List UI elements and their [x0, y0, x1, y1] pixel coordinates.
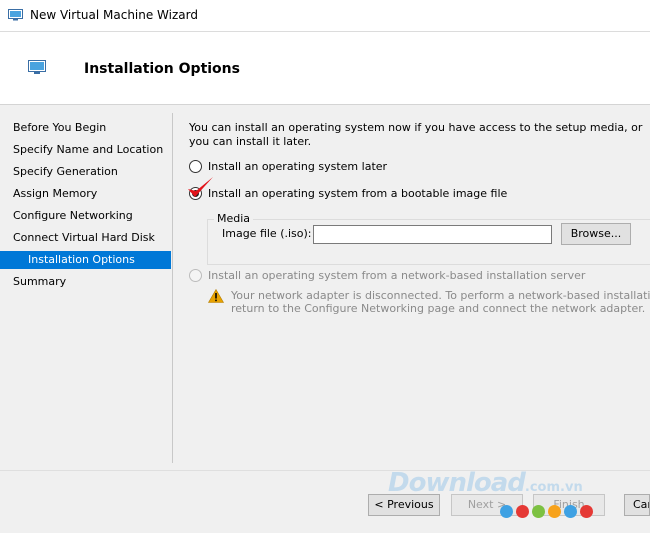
wizard-steps-nav: Before You Begin Specify Name and Locati…	[0, 105, 172, 464]
nav-step-installation-options[interactable]: Installation Options	[0, 251, 171, 269]
watermark-dot	[500, 505, 513, 518]
image-file-label: Image file (.iso):	[222, 227, 312, 240]
nav-step-assign-memory[interactable]: Assign Memory	[0, 185, 171, 203]
option-install-later[interactable]: Install an operating system later	[189, 159, 387, 175]
intro-text: You can install an operating system now …	[189, 121, 643, 148]
media-legend: Media	[214, 212, 254, 225]
cancel-button[interactable]: Cancel	[624, 494, 650, 516]
watermark-dot	[548, 505, 561, 518]
network-warning-text: Your network adapter is disconnected. To…	[231, 289, 650, 315]
page-title: Installation Options	[84, 61, 240, 77]
warning-icon	[208, 289, 224, 303]
nav-step-specify-generation[interactable]: Specify Generation	[0, 163, 171, 181]
image-file-input[interactable]	[313, 225, 552, 244]
watermark-dot	[516, 505, 529, 518]
nav-step-connect-virtual-hard-disk[interactable]: Connect Virtual Hard Disk	[0, 229, 171, 247]
title-bar: New Virtual Machine Wizard	[0, 0, 650, 32]
watermark-dot	[532, 505, 545, 518]
nav-step-configure-networking[interactable]: Configure Networking	[0, 207, 171, 225]
watermark-dot	[564, 505, 577, 518]
installation-options-panel: You can install an operating system now …	[173, 105, 650, 465]
option-install-from-image[interactable]: Install an operating system from a boota…	[189, 186, 507, 202]
nav-step-specify-name-and-location[interactable]: Specify Name and Location	[0, 141, 171, 159]
checkmark-annotation-icon	[188, 177, 213, 197]
wizard-header-icon	[28, 60, 46, 74]
radio-install-later[interactable]	[189, 159, 202, 173]
window-title: New Virtual Machine Wizard	[30, 8, 198, 22]
window-icon	[8, 9, 23, 21]
watermark-dot	[580, 505, 593, 518]
nav-step-summary[interactable]: Summary	[0, 273, 171, 291]
radio-install-from-network[interactable]	[189, 268, 202, 282]
watermark-suffix: .com.vn	[524, 480, 583, 495]
watermark-dots	[500, 505, 596, 519]
previous-button[interactable]: < Previous	[368, 494, 440, 516]
nav-step-before-you-begin[interactable]: Before You Begin	[0, 119, 171, 137]
wizard-header: Installation Options	[0, 32, 650, 105]
option-install-later-label: Install an operating system later	[208, 160, 388, 173]
option-install-from-image-label: Install an operating system from a boota…	[208, 187, 508, 200]
browse-button[interactable]: Browse...	[561, 223, 631, 245]
option-install-from-network[interactable]: Install an operating system from a netwo…	[189, 268, 585, 284]
option-install-from-network-label: Install an operating system from a netwo…	[208, 269, 586, 282]
